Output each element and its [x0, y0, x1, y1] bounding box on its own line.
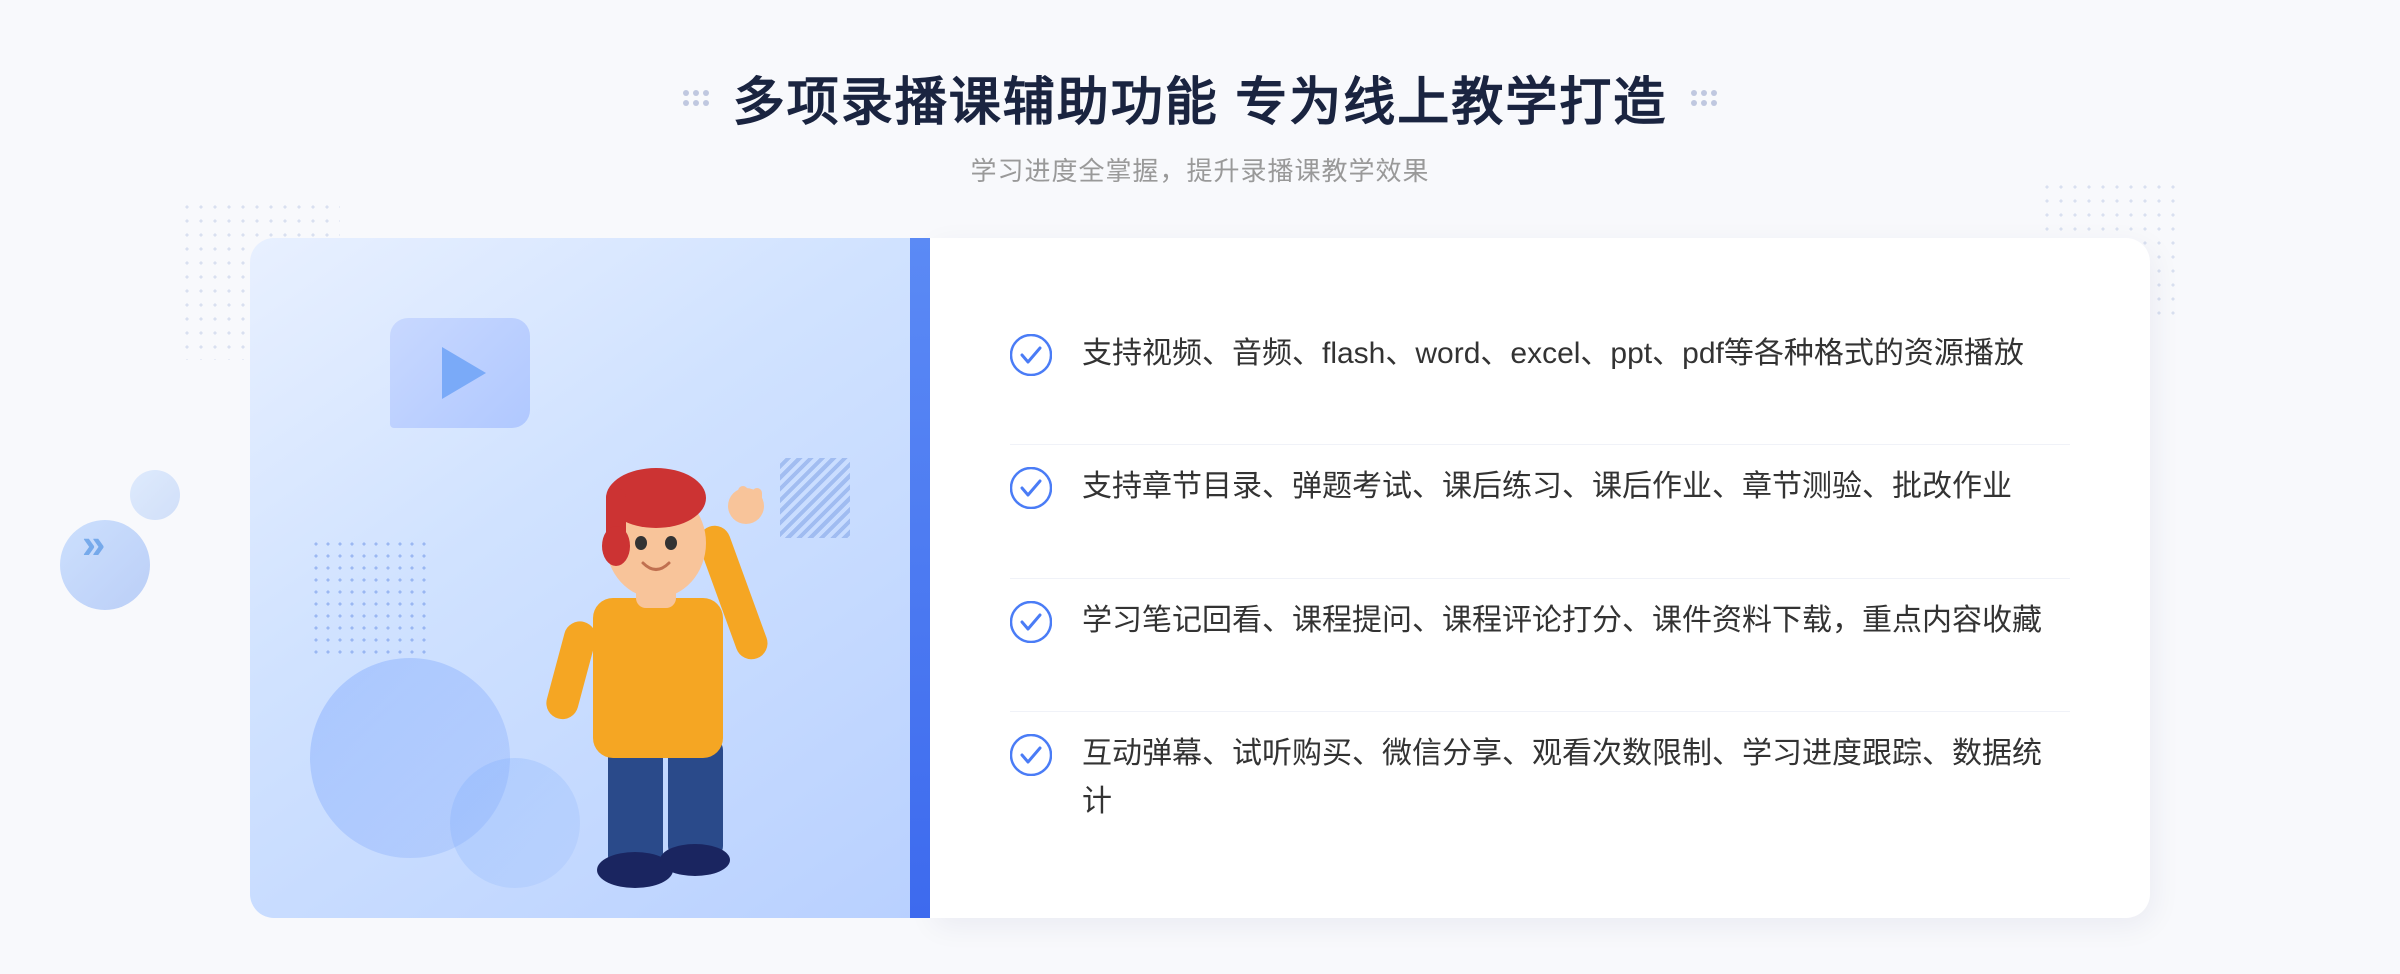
illustration-accent	[910, 238, 930, 918]
main-title: 多项录播课辅助功能 专为线上教学打造	[733, 60, 1667, 135]
title-row: 多项录播课辅助功能 专为线上教学打造	[683, 60, 1717, 135]
dot-pattern-illustration	[310, 538, 430, 658]
check-icon-4	[1010, 734, 1052, 776]
features-panel: 支持视频、音频、flash、word、excel、ppt、pdf等各种格式的资源…	[930, 238, 2150, 918]
feature-item-2: 支持章节目录、弹题考试、课后练习、课后作业、章节测验、批改作业	[1010, 444, 2070, 529]
header-section: 多项录播课辅助功能 专为线上教学打造 学习进度全掌握，提升录播课教学效果	[683, 60, 1717, 188]
feature-text-1: 支持视频、音频、flash、word、excel、ppt、pdf等各种格式的资源…	[1082, 330, 2024, 378]
feature-item-3: 学习笔记回看、课程提问、课程评论打分、课件资料下载，重点内容收藏	[1010, 578, 2070, 663]
play-triangle-icon	[442, 347, 486, 399]
character-illustration	[488, 398, 828, 918]
feature-item-1: 支持视频、音频、flash、word、excel、ppt、pdf等各种格式的资源…	[1010, 312, 2070, 396]
subtitle: 学习进度全掌握，提升录播课教学效果	[683, 151, 1717, 188]
deco-circle-1	[60, 520, 150, 610]
feature-text-2: 支持章节目录、弹题考试、课后练习、课后作业、章节测验、批改作业	[1082, 463, 2012, 511]
check-icon-2	[1010, 467, 1052, 509]
feature-item-4: 互动弹幕、试听购买、微信分享、观看次数限制、学习进度跟踪、数据统计	[1010, 711, 2070, 844]
content-area: 支持视频、音频、flash、word、excel、ppt、pdf等各种格式的资源…	[250, 238, 2150, 918]
deco-circle-2	[130, 470, 180, 520]
header-dots-right	[1691, 90, 1717, 106]
check-icon-1	[1010, 334, 1052, 376]
feature-text-3: 学习笔记回看、课程提问、课程评论打分、课件资料下载，重点内容收藏	[1082, 597, 2042, 645]
feature-text-4: 互动弹幕、试听购买、微信分享、观看次数限制、学习进度跟踪、数据统计	[1082, 730, 2070, 826]
check-icon-3	[1010, 601, 1052, 643]
header-dots-left	[683, 90, 709, 106]
page-container: » 多项录播课辅助功能 专为线上教学打造 学习进度全掌握，提升录播课教学效果	[0, 0, 2400, 974]
illustration-panel	[250, 238, 930, 918]
